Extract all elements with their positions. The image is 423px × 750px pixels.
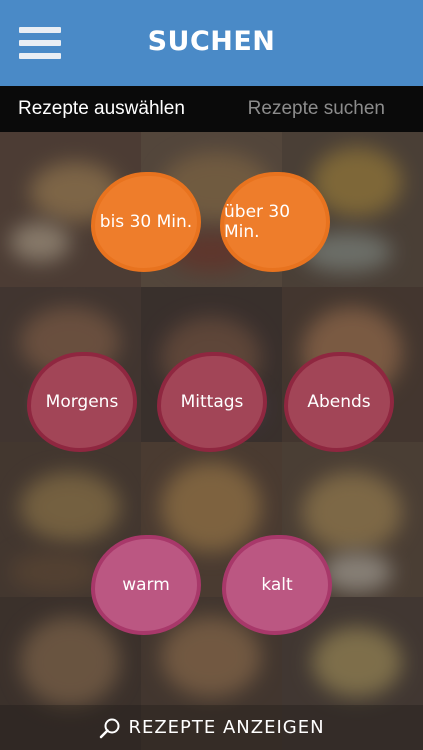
tab-rezepte-suchen[interactable]: Rezepte suchen xyxy=(248,86,385,132)
page-title: Suchen xyxy=(147,26,276,57)
filter-kalt-button[interactable]: kalt xyxy=(222,535,332,635)
search-screen: Suchen Rezepte auswählen Rezepte suchen xyxy=(0,0,423,750)
show-recipes-label: Rezepte anzeigen xyxy=(128,717,325,738)
filter-warm-button[interactable]: warm xyxy=(91,535,201,635)
filter-bis-30-min-button[interactable]: bis 30 Min. xyxy=(91,172,201,272)
tab-bar: Rezepte auswählen Rezepte suchen xyxy=(0,86,423,132)
app-header: Suchen xyxy=(0,0,423,86)
filter-morgens-button[interactable]: Morgens xyxy=(27,352,137,452)
filter-abends-button[interactable]: Abends xyxy=(284,352,394,452)
filter-ueber-30-min-button[interactable]: über 30 Min. xyxy=(220,172,330,272)
search-icon xyxy=(100,718,120,738)
filter-mittags-button[interactable]: Mittags xyxy=(157,352,267,452)
tab-rezepte-auswaehlen[interactable]: Rezepte auswählen xyxy=(18,86,185,132)
show-recipes-button[interactable]: Rezepte anzeigen xyxy=(0,705,423,750)
